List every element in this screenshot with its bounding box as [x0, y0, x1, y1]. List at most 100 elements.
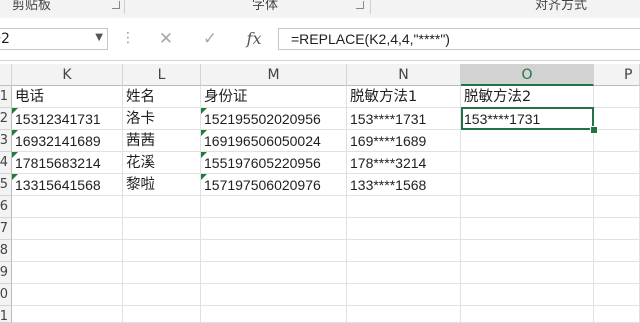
- empty-cell[interactable]: [347, 218, 461, 240]
- cancel-button[interactable]: ✕: [152, 28, 180, 50]
- empty-cell[interactable]: [123, 284, 201, 306]
- row-header-3[interactable]: 3: [0, 130, 12, 152]
- ribbon-group-clipboard[interactable]: 剪贴板: [12, 0, 51, 13]
- empty-cell[interactable]: [12, 218, 123, 240]
- cell-k3[interactable]: 16932141689: [12, 130, 123, 152]
- cell-l3[interactable]: 茜茜: [123, 130, 201, 152]
- empty-cell[interactable]: [594, 196, 640, 218]
- error-indicator-icon[interactable]: [12, 130, 18, 136]
- empty-cell[interactable]: [461, 196, 594, 218]
- worksheet-grid[interactable]: K L M N O P 1 2 3 4 5 6 7 8 9 10 11 电话 姓…: [0, 64, 640, 323]
- empty-cell[interactable]: [201, 284, 347, 306]
- empty-cell[interactable]: [461, 306, 594, 323]
- empty-cell[interactable]: [594, 306, 640, 323]
- row-header-2[interactable]: 2: [0, 108, 12, 130]
- cell-m4[interactable]: 155197605220956: [201, 152, 347, 174]
- empty-cell[interactable]: [12, 284, 123, 306]
- cell-n4[interactable]: 178****3214: [347, 152, 461, 174]
- cell-o4[interactable]: [461, 152, 594, 174]
- cell-o2[interactable]: 153****1731: [461, 108, 594, 130]
- column-header-n[interactable]: N: [347, 64, 461, 86]
- name-box[interactable]: O2 ▼: [0, 28, 108, 50]
- column-header-m[interactable]: M: [201, 64, 347, 86]
- cell-m5[interactable]: 157197506020976: [201, 174, 347, 196]
- select-all-corner[interactable]: [0, 64, 12, 86]
- empty-cell[interactable]: [347, 262, 461, 284]
- empty-cell[interactable]: [12, 306, 123, 323]
- empty-cell[interactable]: [201, 306, 347, 323]
- empty-cell[interactable]: [594, 284, 640, 306]
- cell-n2[interactable]: 153****1731: [347, 108, 461, 130]
- empty-cell[interactable]: [123, 196, 201, 218]
- empty-cell[interactable]: [12, 262, 123, 284]
- empty-cell[interactable]: [123, 306, 201, 323]
- cell-p2[interactable]: [594, 108, 640, 130]
- cell-k4[interactable]: 17815683214: [12, 152, 123, 174]
- cell-o3[interactable]: [461, 130, 594, 152]
- row-header-10[interactable]: 10: [0, 284, 12, 306]
- clipboard-launcher-icon[interactable]: [112, 1, 120, 9]
- empty-cell[interactable]: [461, 262, 594, 284]
- column-header-p[interactable]: P: [594, 64, 640, 86]
- cell-o1[interactable]: 脱敏方法2: [461, 86, 594, 108]
- error-indicator-icon[interactable]: [12, 152, 18, 158]
- column-header-o[interactable]: O: [461, 64, 594, 86]
- row-header-4[interactable]: 4: [0, 152, 12, 174]
- error-indicator-icon[interactable]: [201, 152, 207, 158]
- empty-cell[interactable]: [201, 240, 347, 262]
- error-indicator-icon[interactable]: [201, 174, 207, 180]
- cell-n1[interactable]: 脱敏方法1: [347, 86, 461, 108]
- cell-p4[interactable]: [594, 152, 640, 174]
- empty-cell[interactable]: [461, 240, 594, 262]
- empty-cell[interactable]: [594, 262, 640, 284]
- empty-cell[interactable]: [347, 284, 461, 306]
- cell-l2[interactable]: 洛卡: [123, 108, 201, 130]
- insert-function-button[interactable]: fx: [240, 28, 268, 50]
- empty-cell[interactable]: [123, 240, 201, 262]
- empty-cell[interactable]: [12, 196, 123, 218]
- empty-cell[interactable]: [461, 218, 594, 240]
- cell-l5[interactable]: 黎啦: [123, 174, 201, 196]
- error-indicator-icon[interactable]: [201, 108, 207, 114]
- row-header-8[interactable]: 8: [0, 240, 12, 262]
- empty-cell[interactable]: [347, 240, 461, 262]
- empty-cell[interactable]: [347, 196, 461, 218]
- row-header-7[interactable]: 7: [0, 218, 12, 240]
- formula-input[interactable]: =REPLACE(K2,4,4,"****"): [278, 28, 640, 50]
- row-header-9[interactable]: 9: [0, 262, 12, 284]
- empty-cell[interactable]: [201, 218, 347, 240]
- row-header-6[interactable]: 6: [0, 196, 12, 218]
- row-header-1[interactable]: 1: [0, 86, 12, 108]
- font-launcher-icon[interactable]: [356, 1, 364, 9]
- empty-cell[interactable]: [123, 262, 201, 284]
- error-indicator-icon[interactable]: [12, 174, 18, 180]
- cell-k2[interactable]: 15312341731: [12, 108, 123, 130]
- ribbon-group-font[interactable]: 字体: [252, 0, 278, 13]
- empty-cell[interactable]: [123, 218, 201, 240]
- empty-cell[interactable]: [201, 196, 347, 218]
- empty-cell[interactable]: [347, 306, 461, 323]
- cell-o5[interactable]: [461, 174, 594, 196]
- cell-p1[interactable]: [594, 86, 640, 108]
- chevron-down-icon[interactable]: ▼: [95, 32, 103, 43]
- drag-handle-icon[interactable]: ⋮: [121, 30, 135, 46]
- row-header-5[interactable]: 5: [0, 174, 12, 196]
- empty-cell[interactable]: [594, 218, 640, 240]
- cell-m1[interactable]: 身份证: [201, 86, 347, 108]
- ribbon-group-alignment[interactable]: 对齐方式: [535, 0, 587, 13]
- cell-l4[interactable]: 花溪: [123, 152, 201, 174]
- cell-m3[interactable]: 169196506050024: [201, 130, 347, 152]
- column-header-l[interactable]: L: [123, 64, 201, 86]
- empty-cell[interactable]: [594, 240, 640, 262]
- cell-k5[interactable]: 13315641568: [12, 174, 123, 196]
- error-indicator-icon[interactable]: [201, 130, 207, 136]
- cell-p5[interactable]: [594, 174, 640, 196]
- empty-cell[interactable]: [12, 240, 123, 262]
- row-header-11[interactable]: 11: [0, 306, 12, 323]
- fill-handle[interactable]: [590, 126, 598, 134]
- cell-n3[interactable]: 169****1689: [347, 130, 461, 152]
- column-header-k[interactable]: K: [12, 64, 123, 86]
- cell-l1[interactable]: 姓名: [123, 86, 201, 108]
- empty-cell[interactable]: [201, 262, 347, 284]
- enter-button[interactable]: ✓: [196, 28, 224, 50]
